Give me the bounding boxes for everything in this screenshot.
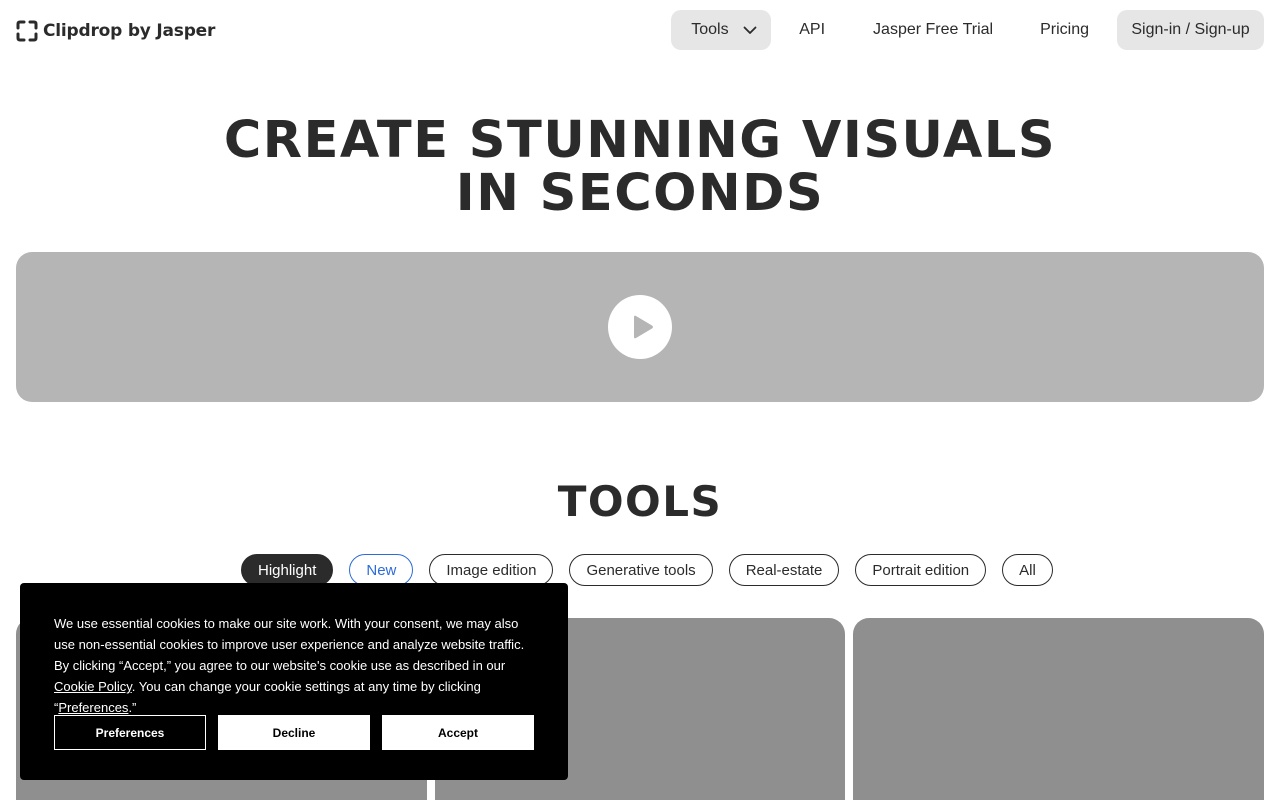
- cookie-accept-button[interactable]: Accept: [382, 715, 534, 750]
- cookie-consent-banner: We use essential cookies to make our sit…: [20, 583, 568, 780]
- cookie-policy-link[interactable]: Cookie Policy: [54, 679, 132, 694]
- nav-link-api[interactable]: API: [779, 10, 845, 50]
- filter-chip-highlight[interactable]: Highlight: [241, 554, 334, 586]
- tools-menu-button[interactable]: Tools: [671, 10, 772, 50]
- filter-chip-portrait-edition[interactable]: Portrait edition: [855, 554, 987, 586]
- preferences-link[interactable]: Preferences: [58, 700, 128, 715]
- main-nav: Tools API Jasper Free Trial Pricing Sign…: [671, 10, 1264, 50]
- filter-chip-generative-tools[interactable]: Generative tools: [569, 554, 713, 586]
- hero-title-line-2: IN SECONDS: [455, 164, 825, 223]
- cookie-text-part-1: We use essential cookies to make our sit…: [54, 616, 525, 673]
- play-button[interactable]: [608, 295, 672, 359]
- tools-menu-label: Tools: [691, 21, 729, 38]
- site-header: Clipdrop by Jasper Tools API Jasper Free…: [0, 0, 1280, 60]
- cookie-text-part-3: .”: [128, 700, 137, 715]
- hero-title: CREATE STUNNING VISUALS IN SECONDS: [0, 114, 1280, 220]
- hero-title-line-1: CREATE STUNNING VISUALS: [223, 111, 1057, 170]
- nav-link-pricing[interactable]: Pricing: [1021, 10, 1117, 50]
- hero-video[interactable]: [16, 252, 1264, 402]
- clipdrop-logo-icon: [16, 20, 38, 42]
- chevron-down-icon: [743, 26, 757, 34]
- nav-link-jasper-free-trial[interactable]: Jasper Free Trial: [845, 10, 1021, 50]
- cookie-decline-button[interactable]: Decline: [218, 715, 370, 750]
- cookie-preferences-button[interactable]: Preferences: [54, 715, 206, 750]
- filter-chip-real-estate[interactable]: Real-estate: [728, 554, 840, 586]
- tool-filter-chips: Highlight New Image edition Generative t…: [241, 554, 1053, 586]
- logo[interactable]: Clipdrop by Jasper: [16, 19, 215, 43]
- logo-text: Clipdrop by Jasper: [43, 21, 216, 41]
- tools-section-title: TOOLS: [557, 477, 723, 526]
- cookie-consent-text: We use essential cookies to make our sit…: [54, 613, 538, 718]
- signin-signup-button[interactable]: Sign-in / Sign-up: [1117, 10, 1264, 50]
- filter-chip-new[interactable]: New: [349, 554, 414, 586]
- filter-chip-image-edition[interactable]: Image edition: [429, 554, 554, 586]
- tool-card[interactable]: [853, 618, 1264, 800]
- filter-chip-all[interactable]: All: [1002, 554, 1053, 586]
- play-icon: [634, 315, 653, 339]
